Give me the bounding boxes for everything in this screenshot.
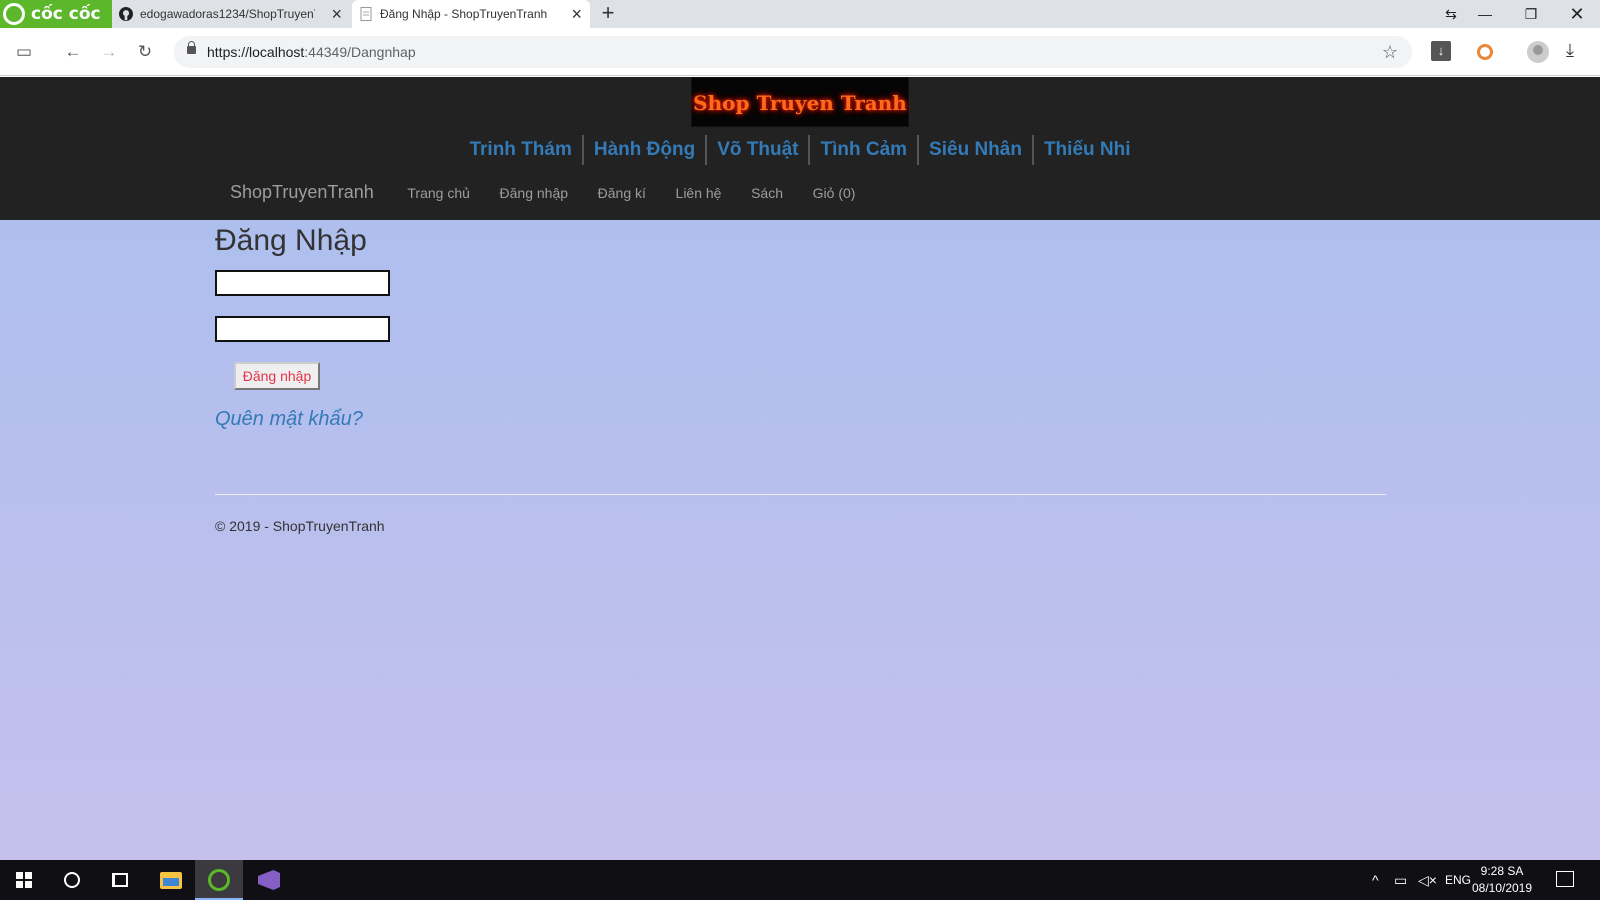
forward-icon[interactable]: → [97, 40, 121, 64]
navbar-brand[interactable]: ShopTruyenTranh [230, 182, 374, 203]
download-manager-icon[interactable]: ↓ [1431, 41, 1451, 61]
username-field[interactable] [215, 270, 390, 296]
github-icon [119, 7, 133, 21]
site-header: Shop Truyen Tranh Trinh Thám Hành Động Võ … [0, 77, 1600, 220]
minimize-button[interactable]: — [1462, 0, 1508, 28]
new-tab-button[interactable]: + [598, 0, 618, 28]
volume-muted-icon[interactable]: ◁× [1418, 860, 1437, 900]
document-icon [360, 7, 372, 21]
coccoc-taskbar-button[interactable] [195, 860, 243, 900]
genre-menu: Trinh Thám Hành Động Võ Thuật Tình Cảm Siêu … [0, 135, 1600, 165]
close-window-button[interactable]: ✕ [1554, 0, 1600, 28]
sidebar-toggle-icon[interactable]: ▭ [12, 40, 36, 64]
forgot-password-link[interactable]: Quên mật khẩu? [215, 408, 363, 431]
chevron-up-icon[interactable]: ^ [1372, 860, 1379, 900]
footer-copyright: © 2019 - ShopTruyenTranh [215, 518, 385, 534]
coccoc-logo-icon [3, 3, 25, 25]
coccoc-brand[interactable]: cốc cốc [0, 0, 112, 28]
visual-studio-button[interactable] [244, 860, 292, 900]
clock-time: 9:28 SA [1480, 864, 1524, 878]
nav-link-contact[interactable]: Liên hệ [676, 185, 722, 201]
task-view-icon [112, 873, 128, 887]
folder-icon [160, 872, 182, 889]
tab-title: edogawadoras1234/ShopTruyenTr [140, 7, 315, 21]
close-icon[interactable]: × [571, 0, 582, 28]
taskbar: ^ ▭ ◁× ENG 9:28 SA 08/10/2019 [0, 860, 1600, 900]
url-host: https://localhost [207, 44, 305, 60]
visual-studio-icon [258, 870, 280, 890]
reload-icon[interactable]: ↻ [133, 40, 157, 64]
clock[interactable]: 9:28 SA 08/10/2019 [1470, 863, 1534, 897]
browser-tab-github[interactable]: edogawadoras1234/ShopTruyenTr × [112, 0, 350, 28]
language-indicator[interactable]: ENG [1445, 860, 1471, 900]
url-text[interactable]: https://localhost:44349/Dangnhap [207, 36, 416, 68]
notification-icon[interactable] [1556, 871, 1574, 887]
main-content: Đăng Nhập Đăng nhập Quên mật khẩu? © 201… [0, 220, 1600, 860]
search-button[interactable] [48, 860, 96, 900]
browser-tab-active[interactable]: Đăng Nhập - ShopTruyenTranh × [352, 0, 590, 28]
nav-link-login[interactable]: Đăng nhập [500, 185, 569, 201]
extension-icon[interactable] [1477, 44, 1493, 60]
task-view-button[interactable] [96, 860, 144, 900]
genre-link-tinh-cam[interactable]: Tình Cảm [808, 135, 917, 165]
start-button[interactable] [0, 860, 48, 900]
genre-link-vo-thuat[interactable]: Võ Thuật [705, 135, 808, 165]
profile-avatar-icon[interactable] [1527, 41, 1549, 63]
page-title: Đăng Nhập [215, 224, 367, 257]
nav-link-books[interactable]: Sách [751, 185, 783, 201]
genre-link-thieu-nhi[interactable]: Thiếu Nhi [1031, 135, 1141, 165]
nav-link-cart[interactable]: Giỏ (0) [813, 185, 856, 201]
login-button[interactable]: Đăng nhập [234, 362, 320, 390]
navbar: ShopTruyenTranh Trang chủ Đăng nhập Đăng… [230, 182, 867, 212]
footer-divider [215, 494, 1386, 495]
bookmark-star-icon[interactable]: ☆ [1382, 36, 1398, 68]
downloads-icon[interactable]: ⤓ [1566, 40, 1574, 61]
windows-logo-icon [16, 872, 32, 888]
back-icon[interactable]: ← [61, 40, 85, 64]
nav-link-register[interactable]: Đăng kí [598, 185, 646, 201]
genre-link-hanh-dong[interactable]: Hành Động [581, 135, 705, 165]
coccoc-brand-label: cốc cốc [31, 4, 101, 24]
url-path: :44349/Dangnhap [304, 44, 416, 60]
close-icon[interactable]: × [331, 0, 342, 28]
nav-link-home[interactable]: Trang chủ [407, 185, 470, 201]
browser-toolbar: ▭ ← → ↻ https://localhost:44349/Dangnhap… [0, 28, 1600, 76]
browser-tab-strip: cốc cốc edogawadoras1234/ShopTruyenTr × … [0, 0, 1600, 28]
lock-icon [187, 41, 196, 54]
search-icon [64, 872, 80, 888]
address-bar[interactable]: https://localhost:44349/Dangnhap ☆ [174, 36, 1412, 68]
coccoc-icon [208, 869, 230, 891]
password-field[interactable] [215, 316, 390, 342]
genre-link-trinh-tham[interactable]: Trinh Thám [459, 135, 581, 165]
site-logo-banner[interactable]: Shop Truyen Tranh [691, 77, 909, 127]
clock-date: 08/10/2019 [1471, 881, 1533, 895]
restore-button[interactable]: ❐ [1508, 0, 1554, 28]
tab-title: Đăng Nhập - ShopTruyenTranh [380, 7, 548, 21]
network-icon[interactable]: ▭ [1394, 860, 1407, 900]
genre-link-sieu-nhan[interactable]: Siêu Nhân [917, 135, 1032, 165]
file-explorer-button[interactable] [146, 860, 194, 900]
